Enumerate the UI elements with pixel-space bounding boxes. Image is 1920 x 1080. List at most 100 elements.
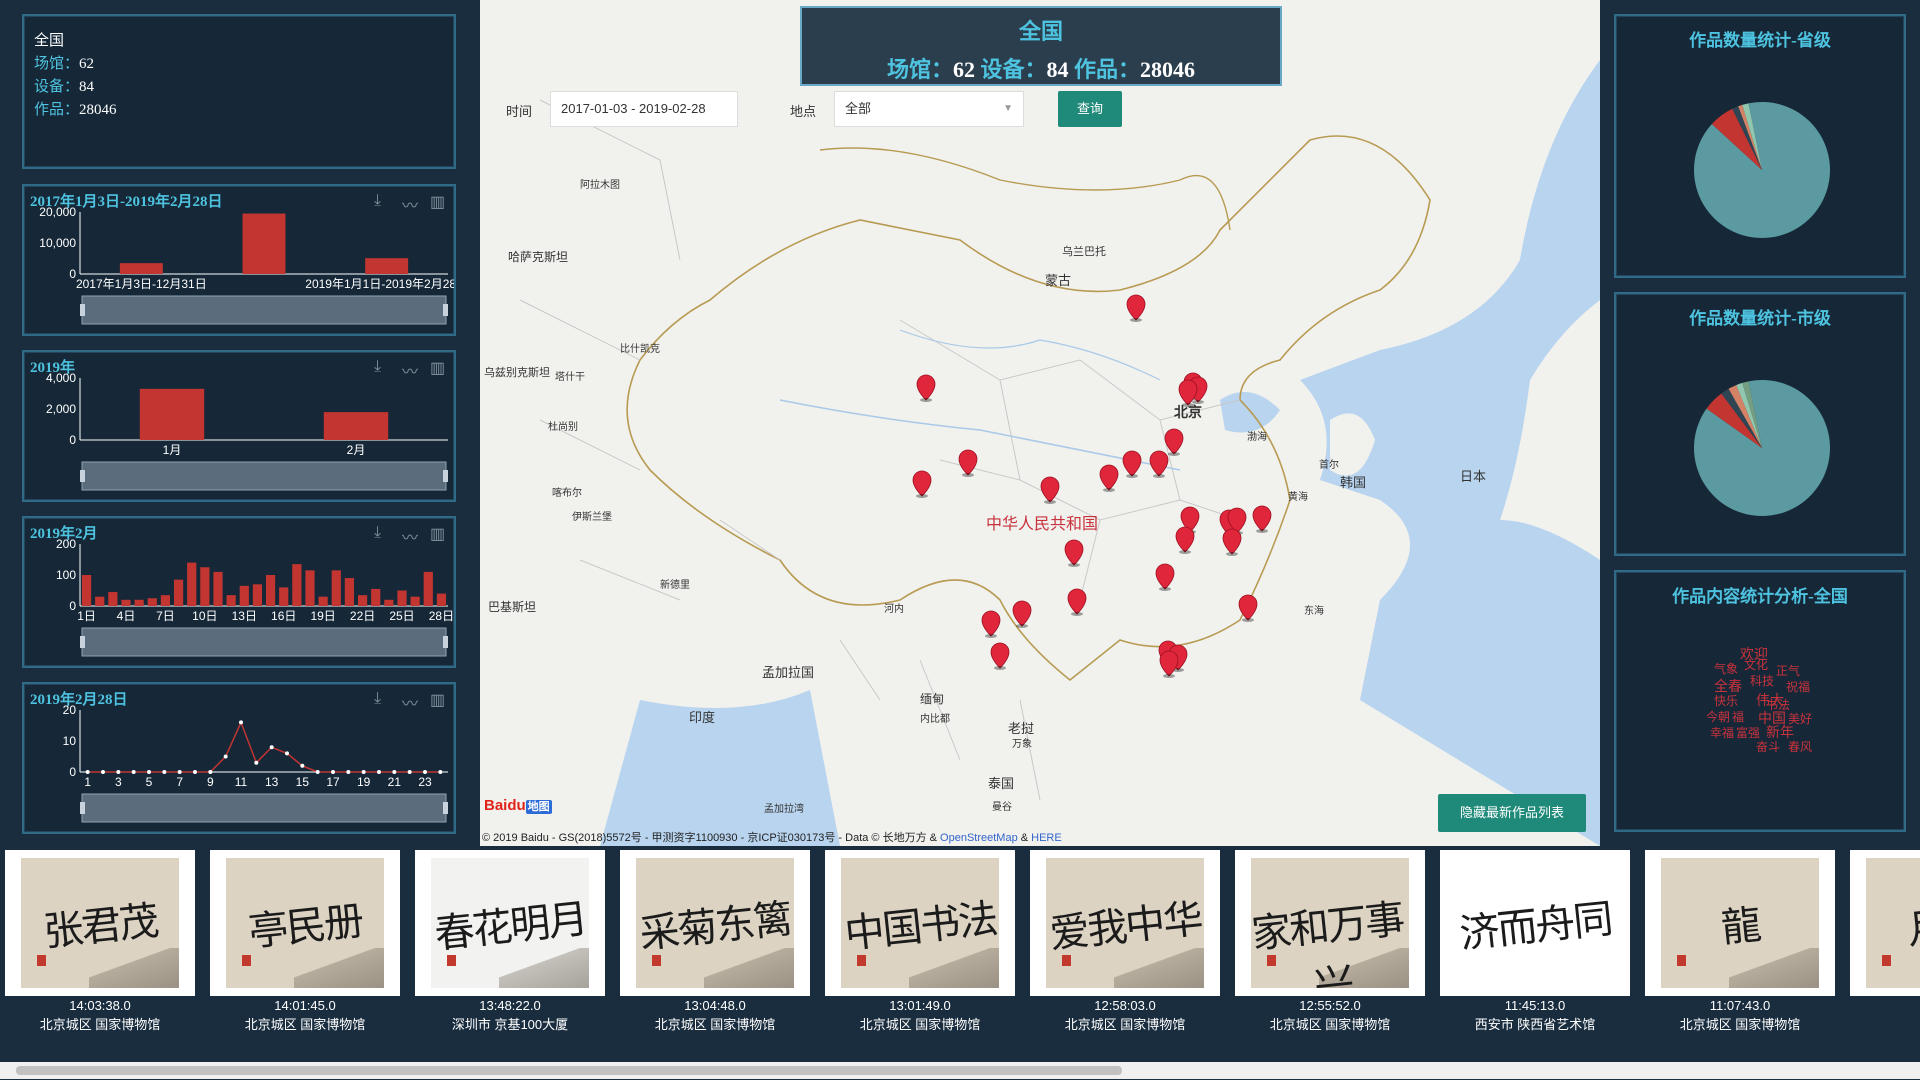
calligraphy-image[interactable]: 张君茂 bbox=[21, 858, 179, 988]
location-marker[interactable] bbox=[1012, 600, 1032, 628]
chart-plot[interactable]: 20,00010,00002017年1月3日-12月31日 2019年1月1日-2… bbox=[24, 186, 454, 334]
slider-handle-right bbox=[443, 470, 448, 482]
work-card[interactable]: 春花明月 bbox=[415, 850, 605, 996]
word-cloud-term: 祝福 bbox=[1786, 680, 1811, 694]
location-marker[interactable] bbox=[1149, 450, 1169, 478]
calligraphy-image[interactable]: 济而舟同 bbox=[1456, 858, 1614, 988]
bar-10日 bbox=[200, 567, 210, 606]
map-label-bohai: 渤海 bbox=[1247, 432, 1267, 443]
location-marker[interactable] bbox=[1122, 450, 1142, 478]
x-tick-label: 1 bbox=[84, 775, 91, 789]
map-label-islamabad: 伊斯兰堡 bbox=[572, 512, 612, 523]
map-label-uzbek: 乌兹别克斯坦 bbox=[484, 367, 550, 379]
osm-link[interactable]: OpenStreetMap bbox=[940, 832, 1018, 844]
query-button[interactable]: 查询 bbox=[1058, 91, 1122, 127]
location-marker[interactable] bbox=[1252, 505, 1272, 533]
y-tick-label: 0 bbox=[69, 433, 76, 447]
location-marker[interactable] bbox=[1067, 588, 1087, 616]
bar-4日 bbox=[121, 599, 131, 606]
point-9 bbox=[208, 770, 213, 774]
here-link[interactable]: HERE bbox=[1031, 832, 1062, 844]
hide-latest-works-button[interactable]: 隐藏最新作品列表 bbox=[1438, 794, 1586, 832]
map-label-bishkek: 比什凯克 bbox=[620, 344, 660, 355]
overview-region: 全国 bbox=[1018, 19, 1063, 44]
point-15 bbox=[300, 763, 305, 768]
location-marker[interactable] bbox=[1040, 476, 1060, 504]
calligraphy-image[interactable]: 中国书法 bbox=[841, 858, 999, 988]
y-tick-label: 10 bbox=[63, 734, 77, 748]
location-marker[interactable] bbox=[958, 449, 978, 477]
location-marker[interactable] bbox=[912, 470, 932, 498]
x-tick-label: 13日 bbox=[232, 609, 257, 623]
work-time: 1 bbox=[1850, 998, 1920, 1013]
bar-2019年1月1日-2019年2月28日 bbox=[365, 258, 409, 274]
map-label-kabul: 喀布尔 bbox=[552, 488, 582, 499]
work-card[interactable]: 家和万事兴 bbox=[1235, 850, 1425, 996]
calligraphy-image[interactable]: 月照 bbox=[1866, 858, 1920, 988]
chart-plot[interactable]: 200 100 01日 4日 7日 10日 13日 16日 19日 22日 25日 28日 bbox=[24, 518, 454, 666]
calligraphy-image[interactable]: 采菊东篱 bbox=[636, 858, 794, 988]
word-cloud-term: 奋斗 bbox=[1756, 740, 1781, 754]
chart-plot[interactable]: 201001 3 5 7 9 11 13 15 17 19 21 23 bbox=[24, 684, 454, 832]
scrollbar-thumb[interactable] bbox=[16, 1066, 1122, 1075]
location-marker[interactable] bbox=[916, 374, 936, 402]
x-tick-label: 21 bbox=[388, 775, 402, 789]
work-card[interactable]: 张君茂 bbox=[5, 850, 195, 996]
chart-plot[interactable]: 4,000 2,000 0 1月 2月 bbox=[24, 352, 454, 500]
word-cloud-term: 正气 bbox=[1776, 664, 1801, 678]
point-8 bbox=[193, 770, 197, 774]
province-pie-chart[interactable] bbox=[1616, 16, 1908, 280]
location-marker[interactable] bbox=[1155, 563, 1175, 591]
location-marker[interactable] bbox=[981, 610, 1001, 638]
work-card[interactable]: 亭民册 bbox=[210, 850, 400, 996]
baidu-logo: Baidu 地图 bbox=[484, 797, 552, 814]
bar-21日 bbox=[344, 578, 355, 606]
location-marker[interactable] bbox=[990, 642, 1010, 670]
latest-works-strip[interactable]: 张君茂 14:03:38.0 北京城区 国家博物馆 亭民册 14:01:45.0 北京城区… bbox=[0, 850, 1920, 1050]
x-tick-label: 2019年1月1日-2019年2月28日 bbox=[305, 277, 454, 291]
calligraphy-image[interactable]: 亭民册 bbox=[226, 858, 384, 988]
location-marker[interactable] bbox=[1099, 464, 1119, 492]
map-label-thailand: 泰国 bbox=[988, 776, 1015, 791]
seal-stamp bbox=[1882, 955, 1891, 966]
map-label-vientiane: 万象 bbox=[1012, 739, 1032, 750]
calligraphy-text: 济而舟同 bbox=[1457, 896, 1614, 958]
calligraphy-image[interactable]: 爱我中华 bbox=[1046, 858, 1204, 988]
time-range-input[interactable]: 2017-01-03 - 2019-02-28 bbox=[550, 91, 738, 127]
place-select[interactable]: 全部 ▼ bbox=[834, 91, 1024, 127]
location-marker[interactable] bbox=[1064, 539, 1084, 567]
work-time: 11:07:43.0 bbox=[1709, 998, 1771, 1013]
calligraphy-image[interactable]: 家和万事兴 bbox=[1251, 858, 1409, 988]
work-card[interactable]: 中国书法 bbox=[825, 850, 1015, 996]
x-tick-label: 15 bbox=[296, 775, 310, 789]
work-card[interactable]: 月照 bbox=[1850, 850, 1920, 996]
work-card[interactable]: 爱我中华 bbox=[1030, 850, 1220, 996]
location-marker[interactable] bbox=[1175, 526, 1195, 554]
map-label-naypyidaw: 内比都 bbox=[920, 714, 950, 725]
word-cloud-term: 福 bbox=[1732, 710, 1745, 724]
summary-venues: 场馆：62 bbox=[34, 56, 95, 72]
bar-11日 bbox=[213, 571, 223, 606]
time-chart-panel-2: 2019年 ⤓ 〰 ▥ 4,000 2,000 0 1月 2月 bbox=[22, 350, 456, 502]
x-tick-label: 19日 bbox=[310, 609, 335, 623]
work-card[interactable]: 采菊东篱 bbox=[620, 850, 810, 996]
x-tick-label: 11 bbox=[235, 775, 248, 789]
work-card[interactable]: 龍 bbox=[1645, 850, 1835, 996]
map-label-bengal: 孟加拉湾 bbox=[764, 804, 804, 815]
x-tick-label: 9 bbox=[207, 775, 214, 789]
bar-2018年 bbox=[242, 213, 286, 274]
location-marker[interactable] bbox=[1159, 650, 1179, 678]
work-card[interactable]: 济而舟同 bbox=[1440, 850, 1630, 996]
city-pie-chart[interactable] bbox=[1616, 294, 1908, 558]
word-cloud-term: 科技 bbox=[1750, 674, 1775, 688]
map-label-pakistan: 巴基斯坦 bbox=[488, 600, 537, 614]
time-chart-panel-3: 2019年2月 ⤓ 〰 ▥ 200 100 0 1日 4日 7日 10日 13日 16日 19日 22日 25… bbox=[22, 516, 456, 668]
location-marker[interactable] bbox=[1222, 528, 1242, 556]
horizontal-scrollbar[interactable] bbox=[0, 1062, 1920, 1079]
y-tick-label: 100 bbox=[56, 568, 76, 582]
location-marker[interactable] bbox=[1126, 294, 1146, 322]
calligraphy-image[interactable]: 龍 bbox=[1661, 858, 1819, 988]
time-chart-panel-4: 2019年2月28日 ⤓ 〰 ▥ 20 10 0 1 3 5 7 9 11 13 15 17 19 21 23 bbox=[22, 682, 456, 834]
calligraphy-image[interactable]: 春花明月 bbox=[431, 858, 589, 988]
word-cloud-term: 文化 bbox=[1744, 658, 1769, 672]
